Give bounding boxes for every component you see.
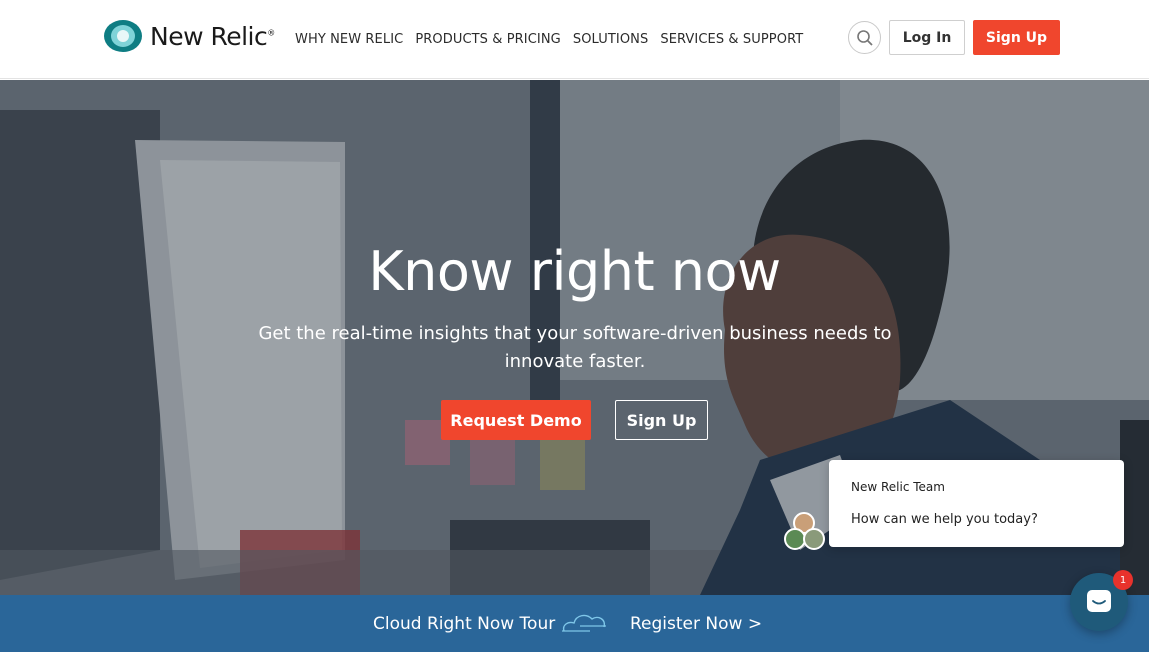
request-demo-button[interactable]: Request Demo: [441, 400, 591, 440]
trademark-symbol: ®: [267, 28, 275, 38]
new-relic-logo[interactable]: New Relic®: [104, 20, 275, 52]
chat-team-name: New Relic Team: [851, 480, 945, 494]
register-now-link[interactable]: Register Now >: [630, 614, 762, 634]
search-button[interactable]: [848, 21, 881, 54]
main-nav: WHY NEW RELIC PRODUCTS & PRICING SOLUTIO…: [295, 32, 803, 47]
login-button[interactable]: Log In: [889, 20, 965, 55]
promo-banner[interactable]: Cloud Right Now Tour Register Now >: [0, 595, 1149, 652]
site-header: New Relic® WHY NEW RELIC PRODUCTS & PRIC…: [0, 0, 1149, 79]
nav-services-support[interactable]: SERVICES & SUPPORT: [660, 32, 803, 47]
hero-title: Know right now: [368, 240, 781, 303]
nav-why-new-relic[interactable]: WHY NEW RELIC: [295, 32, 403, 47]
chat-team-avatars: [784, 512, 828, 552]
chat-message-text: How can we help you today?: [851, 512, 1038, 527]
logo-mark-icon: [104, 20, 142, 52]
notification-badge: 1: [1113, 570, 1133, 590]
chat-message-card[interactable]: New Relic Team How can we help you today…: [829, 460, 1124, 547]
signup-button[interactable]: Sign Up: [973, 20, 1060, 55]
hero-subtitle: Get the real-time insights that your sof…: [258, 323, 892, 372]
hero-signup-button[interactable]: Sign Up: [615, 400, 708, 440]
banner-tour-text: Cloud Right Now Tour: [373, 614, 556, 634]
chat-bubble-icon: [1087, 590, 1111, 612]
nav-products-pricing[interactable]: PRODUCTS & PRICING: [415, 32, 561, 47]
avatar: [803, 528, 825, 550]
cloud-icon: [562, 614, 606, 632]
search-icon: [856, 29, 873, 46]
nav-solutions[interactable]: SOLUTIONS: [573, 32, 648, 47]
brand-name: New Relic: [150, 21, 268, 51]
